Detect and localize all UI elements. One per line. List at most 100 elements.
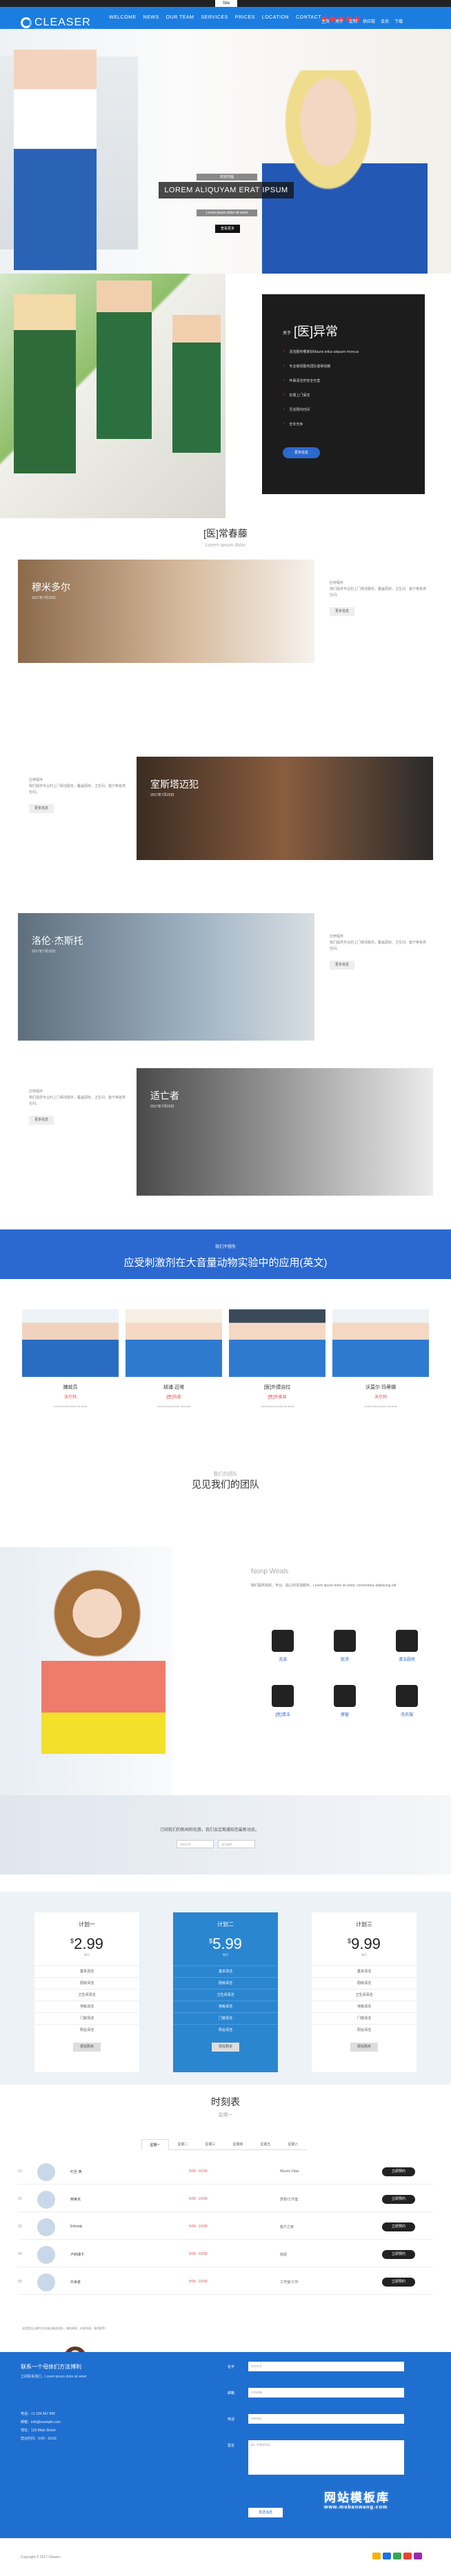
service-name: 穆米多尔 [32,582,70,593]
tab-day[interactable]: 星期四 [224,2139,252,2150]
service-row: 洛伦·杰斯托 2017年7月23日 应用程序 我们提供专业的上门保洁服务，覆盖厨房… [18,913,433,1041]
chore-item[interactable]: 清洁厨房 [386,1630,428,1662]
team-member[interactable]: 沃莫尔·玛蒂娜 沃尔玛 Lorem ipsum dolor sit amet [332,1309,429,1420]
schedule-row: 04 卢莉瑞卡 9:00 - 10:00 房屋 立即预约 [18,2242,433,2267]
service-button[interactable]: 更多信息 [330,961,354,970]
hero-slider: 欢迎光临 LOREM ALIQUYAM ERAT IPSUM Lorem ips… [0,29,451,274]
nav-services[interactable]: SERVICES [201,15,228,20]
top-link[interactable]: 定制 [349,18,357,24]
tab-day[interactable]: 星期六 [279,2139,307,2150]
chore-item[interactable]: 擦窗 [324,1685,365,1717]
services-subtitle: Lorem ipsum dolor [206,543,245,548]
banner-small: 我们不想失 [214,1245,236,1249]
service-name: 室斯塔迈犯 [150,779,199,790]
book-button[interactable]: 立即预约 [382,2278,415,2287]
book-button[interactable]: 立即预约 [382,2250,415,2259]
team-member[interactable]: 胡浦·迈塔 [医]内皮 Lorem ipsum dolor sit amet [126,1309,222,1420]
plan-period: 每月 [223,1953,228,1956]
member-name: 沃莫尔·玛蒂娜 [365,1385,397,1390]
service-date: 2017年7月23日 [150,793,174,797]
card-icon [372,2553,381,2559]
top-tab[interactable]: Site [215,0,237,7]
chore-item[interactable]: 洗涤 [262,1630,303,1662]
top-link[interactable]: 会员 [381,18,389,24]
tab-day[interactable]: 星期五 [252,2139,279,2150]
nav-team[interactable]: OUR TEAM [166,15,194,20]
subscribe-email-input[interactable]: 电子邮件 [218,1840,255,1848]
services-heading: [医]常春藤 Lorem ipsum dolor [0,527,451,548]
pricing-plan: 计划二 $5.99 每月 基本清洁 厨房清洁 卫生间清洁 地板清洁 门窗清洁 阳台清洁 现… [173,1912,278,2072]
chore-item[interactable]: 洗衣服 [386,1685,428,1717]
member-desc: Lorem ipsum dolor sit amet [53,1404,88,1408]
plan-buy-button[interactable]: 现在购买 [212,2043,239,2052]
tab-day[interactable]: 星期一 [141,2139,169,2150]
schedule-title: 时刻表 [211,2096,240,2107]
team-member[interactable]: [医]外摸自拉 [医]外皮丝 Lorem ipsum dolor sit amet [229,1309,325,1420]
footer-bar: Copyright © 2017 Cleaser [0,2538,451,2576]
plan-buy-button[interactable]: 现在购买 [350,2043,378,2052]
team-member[interactable]: 捕蚊员 沃尔玛 Lorem ipsum dolor sit amet [22,1309,119,1420]
nav-location[interactable]: LOCATION [262,15,289,20]
book-button[interactable]: 立即预约 [382,2222,415,2231]
schedule-row: 05 外来者 9:00 - 10:00 工作室/工作 立即预约 [18,2270,433,2295]
service-text: 应用程序 我们提供专业的上门保洁服务，覆盖厨房、卫生间、客厅等各类空间。 更多信息 [29,1089,126,1125]
book-button[interactable]: 立即预约 [382,2195,415,2204]
contact-name-field[interactable]: 你的名字 [248,2362,404,2371]
send-button[interactable]: 发送消息 [248,2508,283,2517]
member-role: [医]内皮 [166,1396,181,1400]
service-photo [137,1068,433,1196]
schedule-tabs: 星期一 星期二 星期三 星期四 星期五 星期六 [141,2139,307,2150]
avatar [37,2246,55,2264]
tab-day[interactable]: 星期二 [169,2139,197,2150]
chores-title: Nonp Weals [251,1568,289,1575]
book-button[interactable]: 立即预约 [382,2167,415,2176]
team-grid: 捕蚊员 沃尔玛 Lorem ipsum dolor sit amet 胡浦·迈塔 [医… [22,1309,429,1420]
top-link[interactable]: 供应链 [363,18,375,24]
nav-prices[interactable]: PRICES [235,15,255,20]
schedule-section: 时刻表 星期一 星期一 星期二 星期三 星期四 星期五 星期六 01 约旦·奥 9:… [0,2095,451,2295]
logo-tagline: PROFESSIONAL HOUSE CLEANING SERVICE [34,28,94,31]
nav-welcome[interactable]: WELCOME [109,15,137,20]
washing-icon [272,1630,294,1652]
top-link[interactable]: 主页 [321,18,330,24]
chore-item[interactable]: 熨烫 [324,1630,365,1662]
member-photo [126,1309,222,1377]
about-item: ✓ 全年无休 [283,422,303,427]
hero-button[interactable]: 查看更多 [215,225,240,233]
contact-phone-field[interactable]: 你的电话 [248,2414,404,2424]
about-button[interactable]: 更多信息 [283,447,320,458]
banner-band: 我们不想失 应受刺激剂在大音量动物实验中的应用(英文) [0,1229,451,1279]
service-button[interactable]: 更多信息 [29,804,54,813]
member-role: [医]外皮丝 [268,1396,287,1400]
contact-email-field[interactable]: 你的邮箱 [248,2388,404,2398]
service-button[interactable]: 更多信息 [29,1116,54,1125]
nav-news[interactable]: NEWS [143,15,159,20]
service-date: 2017年7月23日 [32,950,56,954]
main-nav: WELCOME NEWS OUR TEAM SERVICES PRICES LO… [109,15,321,20]
top-link[interactable]: 关于 [335,18,343,24]
pricing-plan: 计划一 $2.99 每月 基本清洁 厨房清洁 卫生间清洁 地板清洁 门窗清洁 阳台清洁 现… [34,1912,139,2072]
service-button[interactable]: 更多信息 [330,607,354,616]
member-name: 胡浦·迈塔 [163,1385,185,1390]
plan-buy-button[interactable]: 现在购买 [73,2043,101,2052]
hero-title: LOREM ALIQUYAM ERAT IPSUM [159,182,294,198]
nav-contact[interactable]: CONTACT [296,15,321,20]
contact-title: 联系一个母体们方法博利 [21,2364,81,2370]
contact-message-field[interactable]: 输入你想说的话 [248,2440,404,2475]
plan-period: 每月 [361,1953,367,1956]
subscribe-name-input[interactable]: 你的名字 [177,1840,214,1848]
logo[interactable]: CLEASER PROFESSIONAL HOUSE CLEANING SERV… [21,17,94,31]
tab-day[interactable]: 星期三 [197,2139,224,2150]
payment-icons [372,2553,422,2559]
top-link[interactable]: 下载 [394,18,403,24]
chore-item[interactable]: [医]清洁 [262,1685,303,1717]
window-icon [334,1685,356,1707]
about-tag: 关于 [283,331,292,336]
contact-label: 邮箱 [228,2391,235,2395]
avatar [37,2218,55,2236]
service-photo [18,913,314,1041]
plan-price: $2.99 [70,1935,103,1952]
schedule-subtitle: 星期一 [218,2113,233,2118]
about-photo [0,274,226,518]
hero-subtitle: Lorem ipsum dolor sit amet [197,209,257,216]
